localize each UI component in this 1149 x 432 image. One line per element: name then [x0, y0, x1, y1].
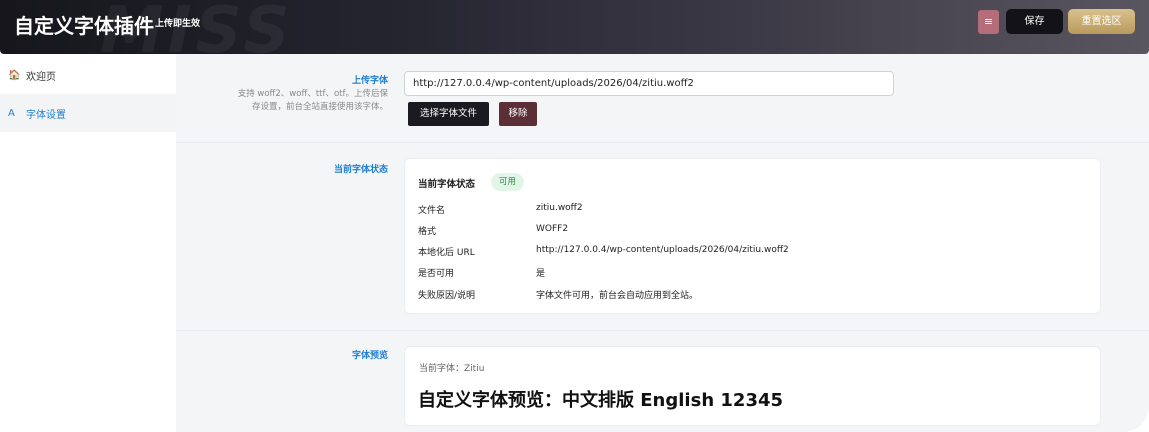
sidebar: 🏠 欢迎页 A 字体设置: [0, 54, 176, 432]
menu-icon[interactable]: ≡: [978, 10, 999, 34]
choose-font-file-button[interactable]: 选择字体文件: [408, 102, 489, 126]
filename-key: 文件名: [418, 206, 446, 216]
status-badge: 可用: [491, 173, 525, 191]
upload-help-line: 存设置，前台全站直接使用该字体。: [251, 102, 388, 112]
section-divider: [176, 330, 1149, 331]
section-divider: [176, 142, 1149, 143]
local-url-value: http://127.0.0.4/wp-content/uploads/2026…: [536, 245, 789, 255]
local-url-key: 本地化后 URL: [418, 248, 475, 258]
font-status-label: 当前字体状态: [333, 165, 388, 175]
status-card-title: 当前字体状态: [418, 179, 476, 190]
format-value: WOFF2: [536, 224, 569, 234]
sidebar-item-label: 字体设置: [26, 109, 66, 121]
app-window: MISS 自定义字体插件 上传即生效 ≡ 保存 重置选区 🏠 欢迎页 A 字体设…: [0, 0, 1149, 432]
reset-selection-button[interactable]: 重置选区: [1068, 9, 1135, 34]
sidebar-item-label: 欢迎页: [26, 71, 56, 83]
upload-help-line: 支持 woff2、woff、ttf、otf。上传后保: [237, 89, 388, 99]
remove-font-button[interactable]: 移除: [499, 102, 537, 126]
available-value: 是: [536, 269, 546, 279]
font-preview-sample: 自定义字体预览：中文排版 English 12345: [418, 390, 784, 411]
current-font-text: 当前字体：Zitiu: [419, 364, 485, 374]
app-subtitle: 上传即生效: [155, 19, 201, 29]
save-button[interactable]: 保存: [1006, 9, 1063, 34]
font-preview-label: 字体预览: [351, 351, 388, 361]
upload-font-label: 上传字体: [351, 76, 388, 86]
home-icon: 🏠: [8, 69, 21, 81]
failure-reason-key: 失败原因/说明: [418, 291, 476, 301]
sidebar-item-welcome[interactable]: 🏠 欢迎页: [0, 56, 176, 94]
app-title: 自定义字体插件: [14, 14, 154, 38]
sidebar-item-font-settings[interactable]: A 字体设置: [0, 94, 176, 132]
font-icon: A: [8, 107, 15, 119]
font-url-input[interactable]: [404, 71, 894, 96]
failure-reason-value: 字体文件可用，前台会自动应用到全站。: [536, 291, 699, 301]
upload-help-text: 支持 woff2、woff、ttf、otf。上传后保 存设置，前台全站直接使用该…: [196, 88, 388, 114]
format-key: 格式: [418, 227, 437, 237]
header-bar: MISS 自定义字体插件 上传即生效 ≡ 保存 重置选区: [0, 0, 1149, 68]
available-key: 是否可用: [418, 269, 455, 279]
filename-value: zitiu.woff2: [536, 203, 583, 213]
